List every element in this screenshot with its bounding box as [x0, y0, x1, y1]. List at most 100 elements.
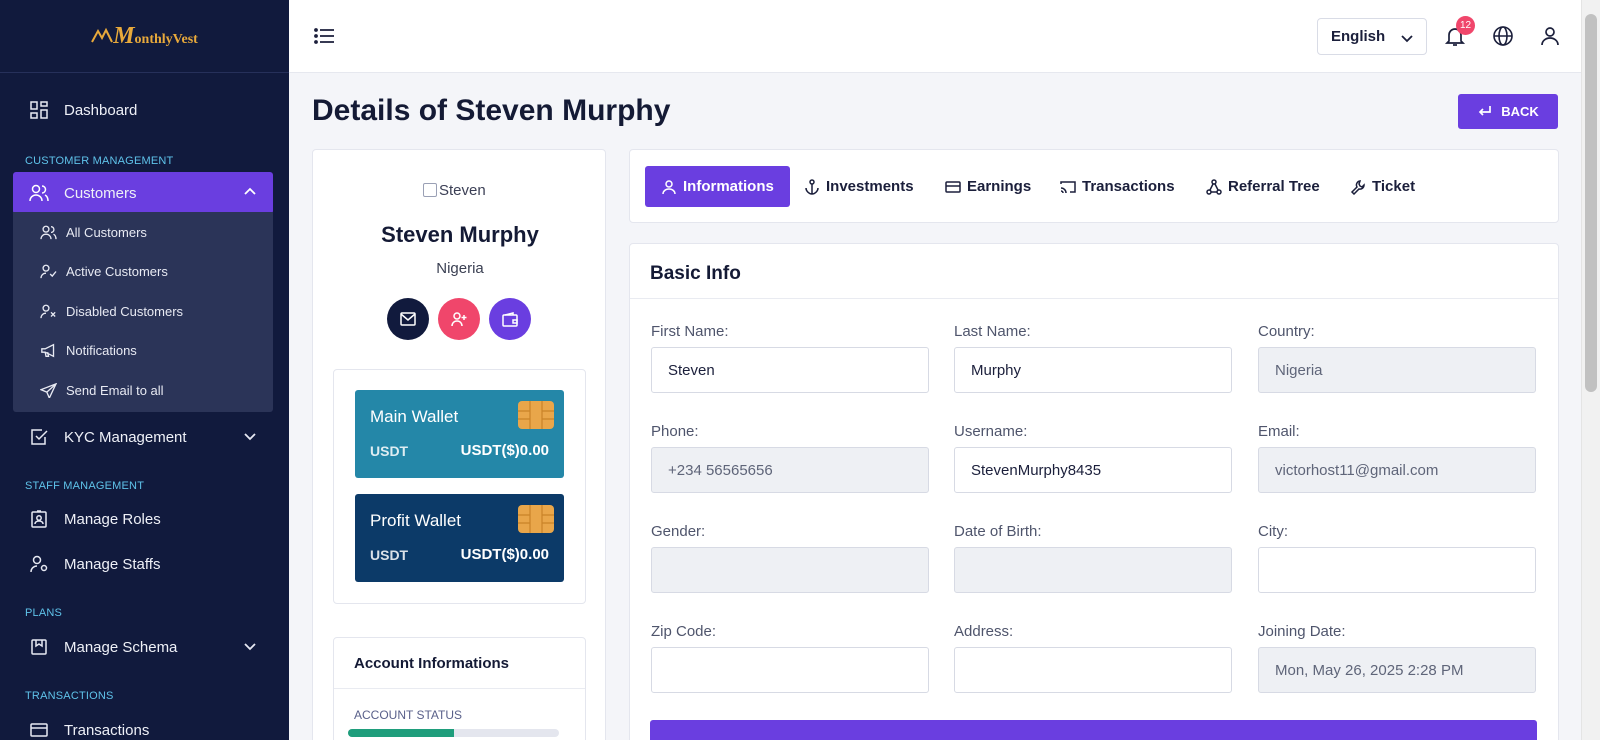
logo-mark-icon [91, 27, 114, 43]
user-icon[interactable] [1538, 24, 1562, 48]
top-bar: English 12 [289, 0, 1581, 73]
sidebar-item-transactions[interactable]: Transactions [13, 709, 273, 740]
users-icon [29, 183, 49, 203]
dashboard-icon [29, 100, 49, 120]
sidebar-item-dashboard[interactable]: Dashboard [13, 89, 273, 131]
wallet-currency: USDT [370, 443, 409, 459]
profile-card: Steven Steven Murphy Nigeria Main Wallet… [312, 149, 606, 740]
tab-referral-tree[interactable]: Referral Tree [1190, 166, 1336, 207]
wallet-amount: USDT($)0.00 [460, 546, 549, 563]
sidebar-item-send-email[interactable]: Send Email to all [39, 380, 164, 400]
tab-informations[interactable]: Informations [645, 166, 790, 207]
language-select[interactable]: English [1317, 18, 1427, 55]
bookmark-icon [29, 637, 49, 657]
wallet-title: Main Wallet [370, 407, 459, 426]
checkbox-icon [29, 427, 49, 447]
sidebar-item-manage-schema[interactable]: Manage Schema [13, 626, 273, 668]
tab-ticket[interactable]: Ticket [1334, 166, 1431, 207]
sidebar-item-manage-staffs[interactable]: Manage Staffs [13, 543, 273, 585]
sidebar-item-label: Manage Schema [64, 638, 178, 656]
logo[interactable]: MonthlyVest [0, 0, 289, 73]
tab-investments[interactable]: Investments [788, 166, 930, 207]
zip-label: Zip Code: [651, 623, 717, 640]
chevron-down-icon [244, 643, 256, 651]
address-label: Address: [954, 623, 1014, 640]
tab-label: Earnings [967, 178, 1032, 195]
sidebar-item-all-customers[interactable]: All Customers [39, 222, 147, 242]
card-icon [29, 720, 49, 740]
tab-earnings[interactable]: Earnings [929, 166, 1047, 207]
zip-field[interactable] [651, 647, 929, 693]
divider [334, 688, 585, 689]
section-title-staff: STAFF MANAGEMENT [25, 480, 145, 492]
tabs-bar: Informations Investments Earnings Transa… [629, 149, 1559, 223]
tab-label: Informations [683, 178, 774, 195]
tree-icon [1206, 178, 1222, 195]
first-name-field[interactable] [651, 347, 929, 393]
sidebar-item-manage-roles[interactable]: Manage Roles [13, 498, 273, 540]
sidebar-item-label: Customers [64, 184, 137, 202]
sidebar-item-label: Notifications [66, 342, 137, 358]
email-label: Email: [1258, 423, 1300, 440]
user-gear-icon [29, 554, 49, 574]
add-user-button[interactable] [438, 298, 480, 340]
username-field[interactable] [954, 447, 1232, 493]
profile-country: Nigeria [436, 260, 484, 277]
section-title-transactions: TRANSACTIONS [25, 690, 114, 702]
sidebar-item-kyc[interactable]: KYC Management [13, 416, 273, 458]
tab-transactions[interactable]: Transactions [1044, 166, 1191, 207]
country-field [1258, 347, 1536, 393]
address-field[interactable] [954, 647, 1232, 693]
user-x-icon [39, 302, 57, 320]
main-wallet-card: Main Wallet USDT USDT($)0.00 [355, 390, 564, 478]
sidebar-item-label: Manage Staffs [64, 555, 161, 573]
send-icon [39, 381, 57, 399]
wallet-button[interactable] [489, 298, 531, 340]
tab-label: Investments [826, 178, 914, 195]
anchor-icon [804, 178, 820, 195]
last-name-field[interactable] [954, 347, 1232, 393]
notification-badge: 12 [1456, 16, 1475, 35]
id-badge-icon [29, 509, 49, 529]
users-icon [39, 223, 57, 241]
sidebar-item-label: Dashboard [64, 101, 138, 119]
menu-list-icon[interactable] [313, 26, 335, 46]
globe-icon[interactable] [1491, 24, 1515, 48]
send-mail-button[interactable] [387, 298, 429, 340]
basic-info-card: Basic Info First Name: Last Name: Countr… [629, 243, 1559, 740]
sidebar-item-label: Send Email to all [66, 382, 164, 398]
back-button[interactable]: BACK [1458, 94, 1558, 129]
country-label: Country: [1258, 323, 1315, 340]
broken-image-icon [423, 183, 437, 197]
account-info-box: Account Informations ACCOUNT STATUS [333, 637, 586, 740]
megaphone-icon [39, 341, 57, 359]
logo-text: MonthlyVest [113, 22, 198, 49]
dob-label: Date of Birth: [954, 523, 1042, 540]
sidebar-item-customers[interactable]: Customers [13, 172, 273, 214]
user-check-icon [39, 262, 57, 280]
username-label: Username: [954, 423, 1028, 440]
save-changes-button[interactable] [650, 720, 1537, 740]
page-scrollbar[interactable] [1581, 0, 1600, 740]
city-label: City: [1258, 523, 1288, 540]
sidebar-item-disabled-customers[interactable]: Disabled Customers [39, 301, 183, 321]
tab-label: Transactions [1082, 178, 1175, 195]
user-plus-icon [450, 312, 466, 327]
gender-label: Gender: [651, 523, 706, 540]
joining-date-field [1258, 647, 1536, 693]
sidebar-item-active-customers[interactable]: Active Customers [39, 261, 168, 281]
phone-field [651, 447, 929, 493]
sidebar-item-label: Active Customers [66, 263, 168, 279]
mail-icon [400, 312, 416, 326]
sidebar-item-label: Transactions [64, 721, 150, 739]
back-button-label: BACK [1501, 104, 1539, 119]
card-chip-icon [518, 401, 554, 429]
sidebar-item-notifications[interactable]: Notifications [39, 340, 137, 360]
tab-label: Ticket [1372, 178, 1416, 195]
email-field [1258, 447, 1536, 493]
last-name-label: Last Name: [954, 323, 1031, 340]
account-info-title: Account Informations [354, 655, 510, 672]
scrollbar-thumb[interactable] [1585, 14, 1597, 392]
city-field[interactable] [1258, 547, 1536, 593]
divider [630, 298, 1558, 299]
